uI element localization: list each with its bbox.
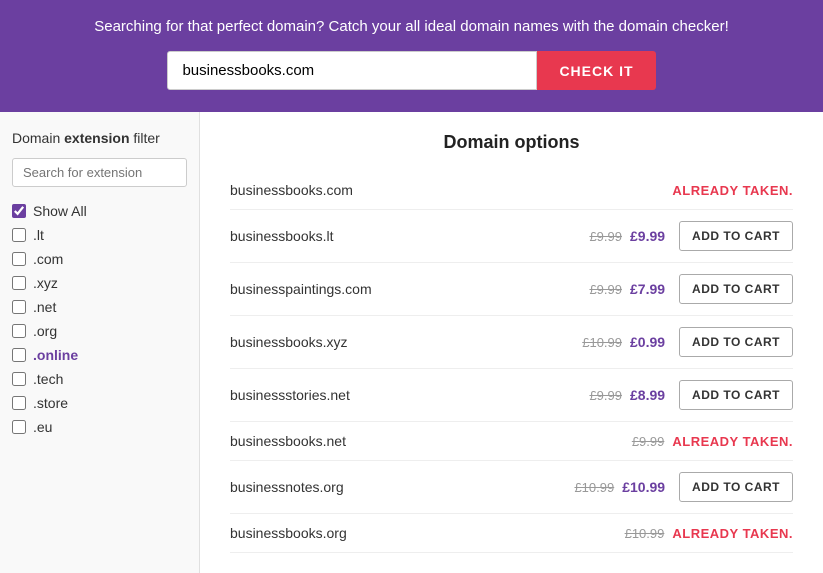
ext-tech-checkbox[interactable] [12,372,26,386]
sidebar-title: Domain extension filter [12,130,187,146]
add-to-cart-button[interactable]: ADD TO CART [679,274,793,304]
extension-list: Show All .lt .com .xyz .net .org [12,199,187,439]
add-to-cart-button[interactable]: ADD TO CART [679,221,793,251]
results-title: Domain options [230,132,793,153]
domain-name: businessbooks.net [230,433,632,449]
domain-row: businessbooks.xyz£10.99 £0.99 ADD TO CART [230,316,793,369]
ext-tech[interactable]: .tech [12,367,187,391]
add-to-cart-button[interactable]: ADD TO CART [679,472,793,502]
ext-eu-checkbox[interactable] [12,420,26,434]
header-tagline: Searching for that perfect domain? Catch… [20,18,803,35]
ext-com[interactable]: .com [12,247,187,271]
ext-show-all-label: Show All [33,203,87,219]
price-original: £9.99 [589,282,622,297]
ext-lt-checkbox[interactable] [12,228,26,242]
price-current: £7.99 [630,281,665,297]
domain-search-input[interactable] [167,51,537,90]
ext-org-checkbox[interactable] [12,324,26,338]
ext-net-label: .net [33,299,56,315]
page-header: Searching for that perfect domain? Catch… [0,0,823,112]
ext-lt[interactable]: .lt [12,223,187,247]
extension-search-input[interactable] [12,158,187,187]
price-original: £9.99 [632,434,665,449]
domain-row: businessbooks.lt£9.99£9.99ADD TO CART [230,210,793,263]
check-it-button[interactable]: CHECK IT [537,51,655,90]
domain-row: businessbooks.org£10.99 ALREADY TAKEN. [230,514,793,553]
ext-com-label: .com [33,251,63,267]
domain-name: businessnotes.org [230,479,574,495]
price-current: £10.99 [622,479,665,495]
ext-net[interactable]: .net [12,295,187,319]
domain-row: businessbooks.comALREADY TAKEN. [230,171,793,210]
results-panel: Domain options businessbooks.comALREADY … [200,112,823,573]
taken-label: ALREADY TAKEN. [672,434,793,449]
domain-name: businessbooks.xyz [230,334,582,350]
ext-com-checkbox[interactable] [12,252,26,266]
ext-net-checkbox[interactable] [12,300,26,314]
ext-xyz-label: .xyz [33,275,58,291]
search-bar: CHECK IT [20,51,803,90]
ext-store-checkbox[interactable] [12,396,26,410]
price-current: £9.99 [630,228,665,244]
ext-show-all[interactable]: Show All [12,199,187,223]
ext-store[interactable]: .store [12,391,187,415]
domain-name: businessbooks.lt [230,228,589,244]
ext-show-all-checkbox[interactable] [12,204,26,218]
taken-label: ALREADY TAKEN. [672,526,793,541]
taken-label: ALREADY TAKEN. [672,183,793,198]
add-to-cart-button[interactable]: ADD TO CART [679,380,793,410]
price-original: £10.99 [574,480,614,495]
domain-name: businessbooks.org [230,525,625,541]
ext-xyz-checkbox[interactable] [12,276,26,290]
domain-row: businesspaintings.com£9.99 £7.99 ADD TO CA… [230,263,793,316]
main-layout: Domain extension filter Show All .lt .co… [0,112,823,573]
domain-rows-container: businessbooks.comALREADY TAKEN.businessb… [230,171,793,553]
domain-row: businessstories.net£9.99 £8.99 ADD TO CART [230,369,793,422]
ext-org-label: .org [33,323,57,339]
ext-eu[interactable]: .eu [12,415,187,439]
domain-name: businesspaintings.com [230,281,589,297]
ext-tech-label: .tech [33,371,63,387]
ext-lt-label: .lt [33,227,44,243]
ext-store-label: .store [33,395,68,411]
price-original: £10.99 [625,526,665,541]
ext-online-checkbox[interactable] [12,348,26,362]
domain-row: businessnotes.org£10.99£10.99ADD TO CART [230,461,793,514]
price-original: £9.99 [589,388,622,403]
price-original: £10.99 [582,335,622,350]
ext-online[interactable]: .online [12,343,187,367]
ext-eu-label: .eu [33,419,52,435]
ext-online-label: .online [33,347,78,363]
price-current: £0.99 [630,334,665,350]
sidebar: Domain extension filter Show All .lt .co… [0,112,200,573]
domain-name: businessbooks.com [230,182,672,198]
add-to-cart-button[interactable]: ADD TO CART [679,327,793,357]
ext-org[interactable]: .org [12,319,187,343]
price-original: £9.99 [589,229,622,244]
ext-xyz[interactable]: .xyz [12,271,187,295]
domain-name: businessstories.net [230,387,589,403]
domain-row: businessbooks.net£9.99 ALREADY TAKEN. [230,422,793,461]
price-current: £8.99 [630,387,665,403]
